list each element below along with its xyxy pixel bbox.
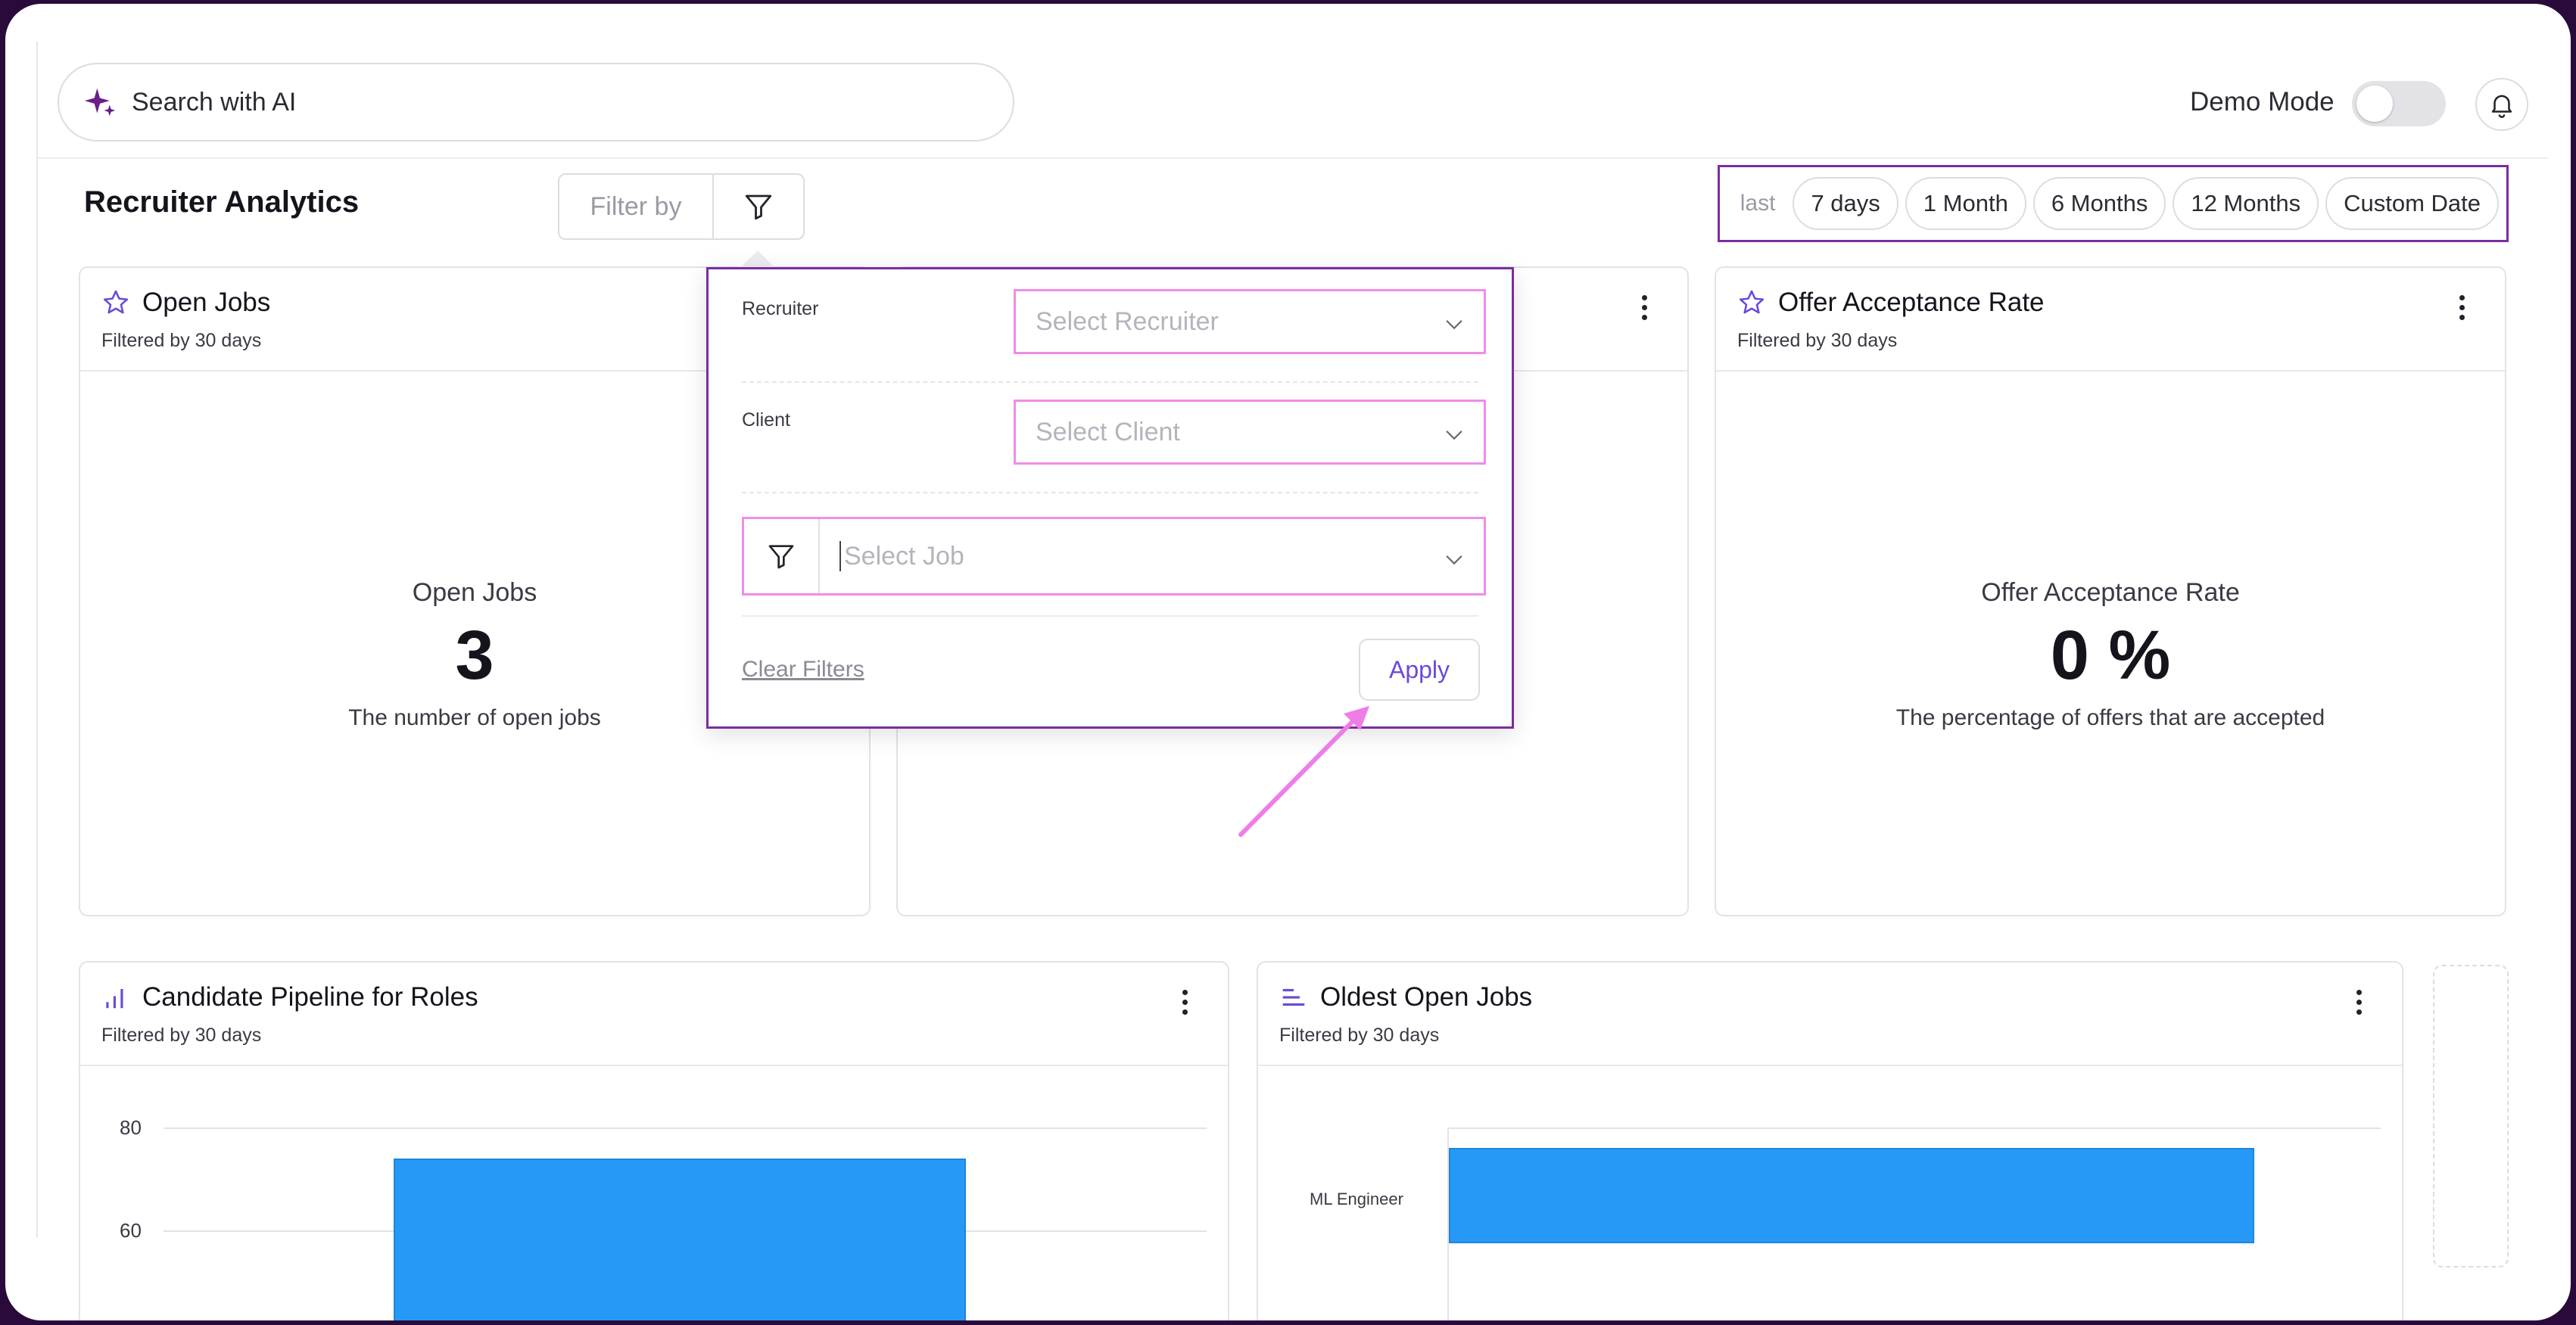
recruiter-label: Recruiter (742, 298, 819, 319)
y-tick-label: 60 (120, 1219, 142, 1242)
card-header: Offer Acceptance Rate Filtered by 30 day… (1716, 268, 2505, 372)
demo-mode-label: Demo Mode (2190, 87, 2335, 117)
clear-filters-link[interactable]: Clear Filters (742, 657, 864, 683)
card-title: Offer Acceptance Rate (1778, 288, 2045, 317)
y-category-label: ML Engineer (1310, 1190, 1403, 1208)
card-title: Oldest Open Jobs (1320, 982, 1533, 1012)
placeholder-card (2433, 965, 2509, 1267)
metric-value: 0 % (2050, 617, 2171, 694)
filter-toggle-button[interactable] (714, 175, 803, 238)
app-window: Search with AI Demo Mode Recruiter Analy… (5, 4, 2571, 1320)
star-icon[interactable] (101, 288, 130, 317)
more-options-icon[interactable] (2458, 295, 2465, 320)
metric-label: Offer Acceptance Rate (1981, 578, 2240, 607)
demo-mode-toggle[interactable] (2352, 81, 2446, 126)
topbar-divider (36, 157, 2548, 159)
chart-bar[interactable] (394, 1158, 966, 1320)
range-1-month[interactable]: 1 Month (1905, 177, 2026, 230)
range-12-months[interactable]: 12 Months (2173, 177, 2319, 230)
range-custom-date[interactable]: Custom Date (2325, 177, 2499, 230)
card-header: Candidate Pipeline for Roles Filtered by… (80, 963, 1228, 1066)
date-range-prefix: last (1740, 191, 1776, 216)
more-options-icon[interactable] (2355, 990, 2363, 1015)
filter-popup: Recruiter Select Recruiter Client Select… (706, 267, 1514, 729)
more-options-icon[interactable] (1181, 990, 1188, 1015)
chart-bar[interactable] (1449, 1148, 2254, 1243)
section-divider (742, 492, 1478, 493)
section-divider (742, 381, 1478, 383)
toggle-knob (2356, 86, 2393, 122)
filter-by-label: Filter by (559, 175, 714, 238)
recruiter-placeholder: Select Recruiter (1036, 306, 1219, 336)
candidate-pipeline-card: Candidate Pipeline for Roles Filtered by… (79, 961, 1229, 1320)
job-placeholder: Select Job (839, 541, 964, 571)
card-subtitle: Filtered by 30 days (101, 330, 262, 351)
card-subtitle: Filtered by 30 days (101, 1025, 262, 1046)
filter-icon (768, 545, 794, 569)
page-title: Recruiter Analytics (84, 185, 360, 219)
popup-caret (741, 250, 774, 267)
y-tick-label: 80 (120, 1116, 142, 1139)
filter-icon (745, 194, 772, 220)
bell-icon (2491, 95, 2512, 118)
content-edge (36, 42, 38, 1237)
star-icon[interactable] (1737, 288, 1766, 317)
offer-acceptance-card: Offer Acceptance Rate Filtered by 30 day… (1715, 266, 2506, 916)
gridline (164, 1127, 1207, 1129)
card-subtitle: Filtered by 30 days (1737, 330, 1898, 351)
card-title: Open Jobs (142, 288, 271, 317)
apply-button[interactable]: Apply (1359, 639, 1480, 701)
chevron-down-icon (1446, 555, 1462, 565)
client-label: Client (742, 409, 790, 431)
annotation-arrow-icon (1238, 706, 1369, 837)
date-range-selector: last 7 days 1 Month 6 Months 12 Months C… (1718, 165, 2509, 242)
job-filter-button[interactable] (744, 519, 820, 593)
ai-search-bar[interactable]: Search with AI (58, 63, 1014, 142)
gridline (1447, 1127, 2381, 1129)
card-title: Candidate Pipeline for Roles (142, 982, 478, 1012)
client-placeholder: Select Client (1036, 417, 1180, 446)
recruiter-select[interactable]: Select Recruiter (1014, 289, 1486, 354)
search-placeholder: Search with AI (132, 87, 297, 117)
filter-by-control[interactable]: Filter by (558, 173, 805, 240)
range-7-days[interactable]: 7 days (1793, 177, 1899, 230)
metric-description: The percentage of offers that are accept… (1895, 705, 2325, 730)
oldest-open-jobs-card: Oldest Open Jobs Filtered by 30 days ML … (1257, 961, 2403, 1320)
range-6-months[interactable]: 6 Months (2032, 177, 2166, 230)
chevron-down-icon (1446, 430, 1462, 440)
chevron-down-icon (1446, 319, 1462, 330)
footer-divider (742, 615, 1478, 617)
bar-chart-icon (106, 988, 123, 1009)
client-select[interactable]: Select Client (1014, 400, 1486, 465)
card-header: Oldest Open Jobs Filtered by 30 days (1258, 963, 2402, 1066)
notifications-button[interactable] (2475, 78, 2528, 131)
job-select[interactable]: Select Job (742, 517, 1486, 596)
card-subtitle: Filtered by 30 days (1279, 1025, 1440, 1046)
more-options-icon[interactable] (1640, 295, 1648, 320)
sparkle-icon (83, 86, 117, 119)
horizontal-bars-icon (1282, 988, 1305, 1006)
